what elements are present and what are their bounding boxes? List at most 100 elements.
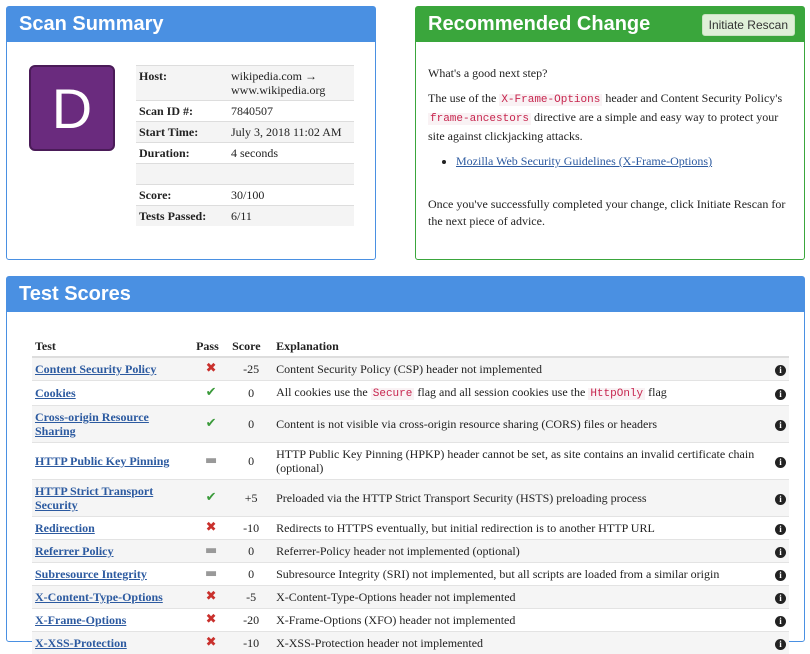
table-row: Subresource Integrity▬0Subresource Integ… bbox=[32, 563, 789, 586]
info-icon[interactable]: i bbox=[775, 547, 786, 558]
test-name-cell: Referrer Policy bbox=[32, 540, 193, 563]
info-value: July 3, 2018 11:02 AM bbox=[228, 122, 354, 143]
test-link[interactable]: X-XSS-Protection bbox=[35, 636, 127, 650]
test-link[interactable]: Redirection bbox=[35, 521, 95, 535]
info-icon[interactable]: i bbox=[775, 570, 786, 581]
test-link[interactable]: Cookies bbox=[35, 386, 76, 400]
test-link[interactable]: Cross-origin Resource Sharing bbox=[35, 410, 149, 438]
code-snippet: Secure bbox=[371, 388, 415, 400]
fail-x-icon: ✖ bbox=[206, 589, 217, 604]
explanation-cell: X-Content-Type-Options header not implem… bbox=[273, 586, 767, 609]
test-scores-title: Test Scores bbox=[7, 277, 804, 312]
test-link[interactable]: Referrer Policy bbox=[35, 544, 114, 558]
recommended-change-title: Recommended Change bbox=[428, 13, 650, 36]
info-row: Scan ID #:7840507 bbox=[136, 101, 354, 122]
neutral-dash-icon: ▬ bbox=[205, 543, 217, 558]
test-name-cell: Redirection bbox=[32, 517, 193, 540]
test-link[interactable]: X-Frame-Options bbox=[35, 613, 126, 627]
pass-cell: ✔ bbox=[193, 381, 229, 406]
info-cell: i bbox=[767, 443, 789, 480]
test-name-cell: Content Security Policy bbox=[32, 357, 193, 381]
info-icon[interactable]: i bbox=[775, 365, 786, 376]
test-link[interactable]: X-Content-Type-Options bbox=[35, 590, 163, 604]
mozilla-guidelines-link[interactable]: Mozilla Web Security Guidelines (X-Frame… bbox=[456, 154, 712, 168]
pass-cell: ▬ bbox=[193, 563, 229, 586]
score-cell: -25 bbox=[229, 357, 273, 381]
table-row: X-Content-Type-Options ✖ -5X-Content-Type-… bbox=[32, 586, 789, 609]
info-key: Scan ID #: bbox=[136, 101, 228, 122]
test-name-cell: X-Content-Type-Options bbox=[32, 586, 193, 609]
test-link[interactable]: HTTP Public Key Pinning bbox=[35, 454, 169, 468]
rec-text-part: The use of the bbox=[428, 91, 499, 105]
pass-cell: ✔ bbox=[193, 480, 229, 517]
info-key: Duration: bbox=[136, 143, 228, 164]
info-cell: i bbox=[767, 357, 789, 381]
neutral-dash-icon: ▬ bbox=[205, 453, 217, 468]
pass-cell: ▬ bbox=[193, 540, 229, 563]
info-cell: i bbox=[767, 406, 789, 443]
table-row: Referrer Policy▬0Referrer-Policy header … bbox=[32, 540, 789, 563]
info-row: Host:wikipedia.com → www.wikipedia.org bbox=[136, 66, 354, 101]
explanation-cell: Content Security Policy (CSP) header not… bbox=[273, 357, 767, 381]
recommended-change-panel: Recommended Change Initiate Rescan What'… bbox=[415, 6, 805, 260]
explanation-cell: Content is not visible via cross-origin … bbox=[273, 406, 767, 443]
test-link[interactable]: Content Security Policy bbox=[35, 362, 156, 376]
info-icon[interactable]: i bbox=[775, 616, 786, 627]
score-cell: -5 bbox=[229, 586, 273, 609]
info-key: Score: bbox=[136, 185, 228, 206]
info-value: wikipedia.com → www.wikipedia.org bbox=[228, 66, 354, 101]
info-value: 30/100 bbox=[228, 185, 354, 206]
code-x-frame-options: X-Frame-Options bbox=[499, 94, 602, 106]
test-link[interactable]: Subresource Integrity bbox=[35, 567, 147, 581]
test-scores-panel: Test Scores Test Pass Score Explanation … bbox=[6, 276, 805, 642]
info-icon[interactable]: i bbox=[775, 420, 786, 431]
recommendation-links: Mozilla Web Security Guidelines (X-Frame… bbox=[428, 153, 796, 170]
table-row: HTTP Strict Transport Security✔+5Preload… bbox=[32, 480, 789, 517]
explanation-cell: Preloaded via the HTTP Strict Transport … bbox=[273, 480, 767, 517]
explanation-text: Content Security Policy (CSP) header not… bbox=[276, 362, 542, 376]
info-icon[interactable]: i bbox=[775, 494, 786, 505]
test-name-cell: Subresource Integrity bbox=[32, 563, 193, 586]
info-row bbox=[136, 164, 354, 185]
info-value: 7840507 bbox=[228, 101, 354, 122]
recommended-change-header: Recommended Change Initiate Rescan bbox=[416, 7, 804, 42]
info-cell: i bbox=[767, 480, 789, 517]
table-row: Cross-origin Resource Sharing✔0Content i… bbox=[32, 406, 789, 443]
recommendation-question: What's a good next step? bbox=[428, 65, 796, 82]
test-name-cell: Cookies bbox=[32, 381, 193, 406]
explanation-text: X-XSS-Protection header not implemented bbox=[276, 636, 483, 650]
code-snippet: HttpOnly bbox=[588, 388, 645, 400]
score-cell: -20 bbox=[229, 609, 273, 632]
info-icon[interactable]: i bbox=[775, 457, 786, 468]
test-name-cell: X-Frame-Options bbox=[32, 609, 193, 632]
explanation-text: Content is not visible via cross-origin … bbox=[276, 417, 657, 431]
info-icon[interactable]: i bbox=[775, 593, 786, 604]
explanation-cell: All cookies use the Secure flag and all … bbox=[273, 381, 767, 406]
fail-x-icon: ✖ bbox=[206, 361, 217, 376]
explanation-cell: X-Frame-Options (XFO) header not impleme… bbox=[273, 609, 767, 632]
score-cell: 0 bbox=[229, 443, 273, 480]
grade-badge: D bbox=[29, 65, 115, 151]
scan-summary-title: Scan Summary bbox=[7, 7, 375, 42]
info-row: Duration:4 seconds bbox=[136, 143, 354, 164]
pass-cell: ✖ bbox=[193, 609, 229, 632]
explanation-text: HTTP Public Key Pinning (HPKP) header ca… bbox=[276, 447, 754, 475]
explanation-text: All cookies use the bbox=[276, 385, 371, 399]
explanation-text: X-Frame-Options (XFO) header not impleme… bbox=[276, 613, 515, 627]
explanation-text: flag bbox=[645, 385, 667, 399]
test-link[interactable]: HTTP Strict Transport Security bbox=[35, 484, 153, 512]
code-frame-ancestors: frame-ancestors bbox=[428, 113, 531, 125]
header-explanation: Explanation bbox=[273, 336, 767, 357]
initiate-rescan-button[interactable]: Initiate Rescan bbox=[702, 14, 795, 36]
info-key bbox=[136, 164, 228, 185]
test-name-cell: HTTP Public Key Pinning bbox=[32, 443, 193, 480]
info-cell: i bbox=[767, 517, 789, 540]
fail-x-icon: ✖ bbox=[206, 612, 217, 627]
scan-info-table: Host:wikipedia.com → www.wikipedia.orgSc… bbox=[136, 65, 354, 226]
info-icon[interactable]: i bbox=[775, 524, 786, 535]
rec-text-part: header and Content Security Policy's bbox=[602, 91, 782, 105]
neutral-dash-icon: ▬ bbox=[205, 566, 217, 581]
recommendation-text: The use of the X-Frame-Options header an… bbox=[428, 90, 796, 145]
info-icon[interactable]: i bbox=[775, 389, 786, 400]
score-cell: 0 bbox=[229, 540, 273, 563]
